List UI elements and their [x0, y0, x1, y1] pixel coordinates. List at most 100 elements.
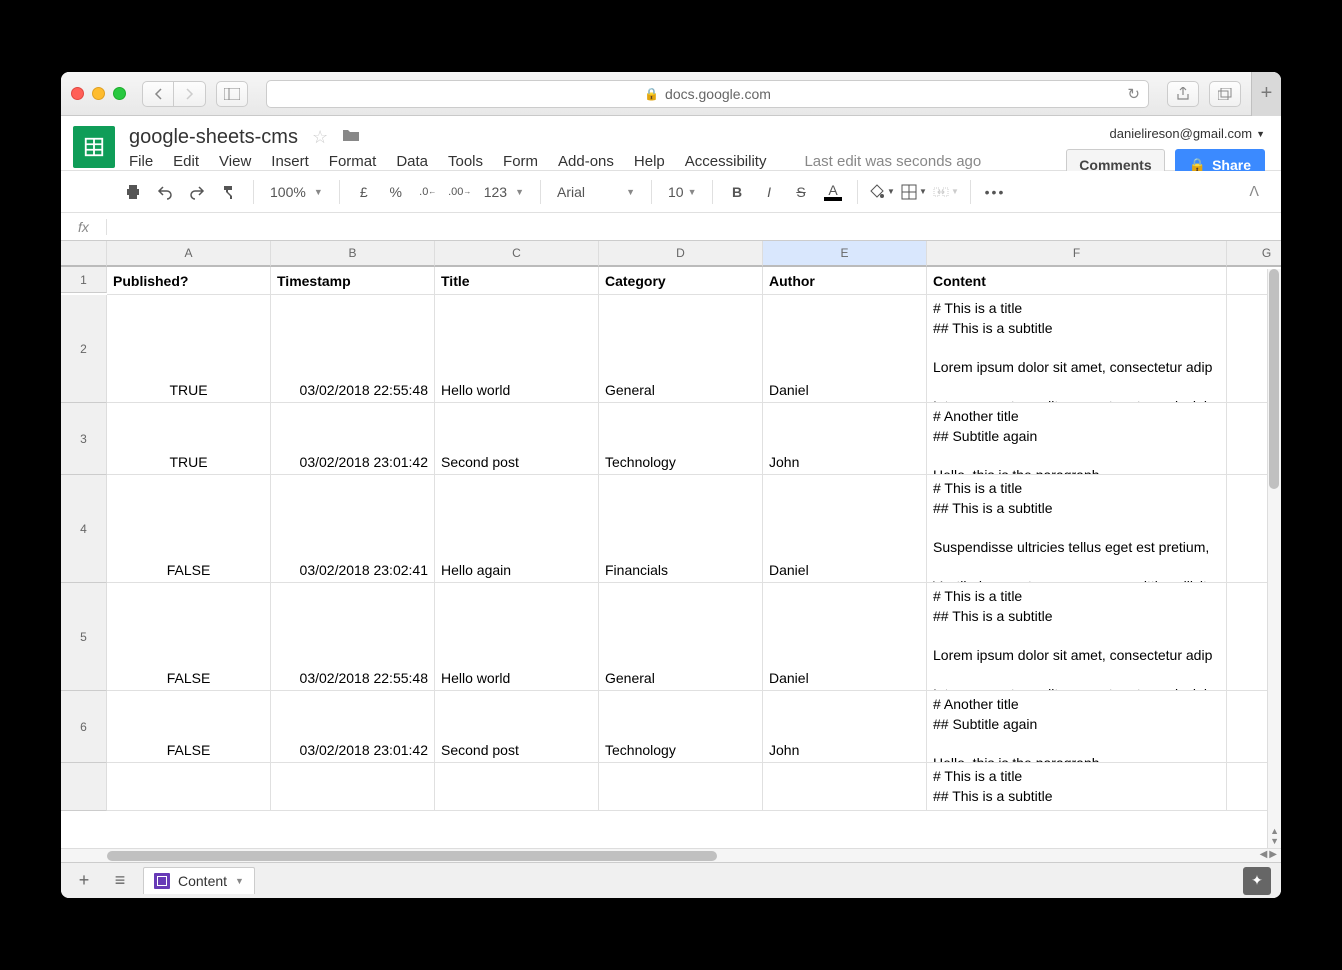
column-header[interactable]: B: [271, 241, 435, 267]
horizontal-scrollbar[interactable]: ◀▶: [61, 848, 1281, 862]
column-header[interactable]: D: [599, 241, 763, 267]
last-edit-text[interactable]: Last edit was seconds ago: [804, 153, 981, 170]
cell[interactable]: Second post: [435, 403, 599, 475]
cell[interactable]: [435, 763, 599, 811]
minimize-window-icon[interactable]: [92, 87, 105, 100]
column-header[interactable]: C: [435, 241, 599, 267]
back-button[interactable]: [142, 81, 174, 107]
cell[interactable]: Technology: [599, 403, 763, 475]
cell[interactable]: FALSE: [107, 691, 271, 763]
header-cell[interactable]: Timestamp: [271, 267, 435, 295]
column-header[interactable]: G: [1227, 241, 1281, 267]
zoom-dropdown[interactable]: 100%▼: [264, 178, 329, 206]
currency-icon[interactable]: £: [350, 178, 378, 206]
cell[interactable]: 03/02/2018 22:55:48: [271, 295, 435, 403]
menu-help[interactable]: Help: [634, 153, 665, 170]
cell[interactable]: [599, 763, 763, 811]
user-account[interactable]: danielireson@gmail.com ▼: [1066, 126, 1265, 141]
cell[interactable]: TRUE: [107, 403, 271, 475]
spreadsheet-grid[interactable]: ABCDEFG1Published?TimestampTitleCategory…: [61, 241, 1281, 862]
increase-decimal-icon[interactable]: .00→: [446, 178, 474, 206]
paint-format-icon[interactable]: [215, 178, 243, 206]
cell[interactable]: Hello world: [435, 583, 599, 691]
italic-icon[interactable]: I: [755, 178, 783, 206]
cell[interactable]: FALSE: [107, 475, 271, 583]
cell[interactable]: John: [763, 403, 927, 475]
cell[interactable]: # This is a title ## This is a subtitle: [927, 763, 1227, 811]
percent-icon[interactable]: %: [382, 178, 410, 206]
font-size-dropdown[interactable]: 10▼: [662, 178, 702, 206]
select-all-corner[interactable]: [61, 241, 107, 267]
bold-icon[interactable]: B: [723, 178, 751, 206]
fill-color-icon[interactable]: ▼: [868, 178, 896, 206]
cell[interactable]: [763, 763, 927, 811]
collapse-toolbar-icon[interactable]: ᐱ: [1249, 183, 1259, 200]
header-cell[interactable]: Published?: [107, 267, 271, 295]
more-icon[interactable]: •••: [981, 178, 1009, 206]
menu-form[interactable]: Form: [503, 153, 538, 170]
header-cell[interactable]: Category: [599, 267, 763, 295]
header-cell[interactable]: Content: [927, 267, 1227, 295]
menu-edit[interactable]: Edit: [173, 153, 199, 170]
cell[interactable]: FALSE: [107, 583, 271, 691]
cell[interactable]: 03/02/2018 23:02:41: [271, 475, 435, 583]
vertical-scrollbar[interactable]: ▲▼: [1267, 269, 1281, 848]
refresh-icon[interactable]: ↻: [1127, 85, 1140, 103]
menu-view[interactable]: View: [219, 153, 251, 170]
menu-data[interactable]: Data: [396, 153, 428, 170]
cell[interactable]: Financials: [599, 475, 763, 583]
cell[interactable]: TRUE: [107, 295, 271, 403]
number-format-dropdown[interactable]: 123▼: [478, 178, 530, 206]
borders-icon[interactable]: ▼: [900, 178, 928, 206]
add-sheet-button[interactable]: +: [71, 868, 97, 894]
column-header[interactable]: F: [927, 241, 1227, 267]
menu-addons[interactable]: Add-ons: [558, 153, 614, 170]
row-header[interactable]: 1: [61, 267, 107, 293]
cell[interactable]: [107, 763, 271, 811]
share-button[interactable]: [1167, 81, 1199, 107]
cell[interactable]: # This is a title ## This is a subtitle …: [927, 583, 1227, 691]
cell[interactable]: # Another title ## Subtitle again Hello,…: [927, 691, 1227, 763]
redo-icon[interactable]: [183, 178, 211, 206]
menu-tools[interactable]: Tools: [448, 153, 483, 170]
row-header[interactable]: 5: [61, 583, 107, 691]
header-cell[interactable]: Title: [435, 267, 599, 295]
cell[interactable]: Daniel: [763, 295, 927, 403]
sidebar-button[interactable]: [216, 81, 248, 107]
cell[interactable]: 03/02/2018 22:55:48: [271, 583, 435, 691]
chevron-down-icon[interactable]: ▼: [235, 876, 244, 886]
cell[interactable]: [271, 763, 435, 811]
row-header[interactable]: 6: [61, 691, 107, 763]
row-header[interactable]: 2: [61, 295, 107, 403]
font-family-dropdown[interactable]: Arial▼: [551, 178, 641, 206]
all-sheets-button[interactable]: ≡: [107, 868, 133, 894]
star-icon[interactable]: ☆: [312, 127, 328, 148]
tabs-button[interactable]: [1209, 81, 1241, 107]
new-tab-button[interactable]: +: [1251, 72, 1281, 116]
menu-accessibility[interactable]: Accessibility: [685, 153, 767, 170]
address-bar[interactable]: 🔒 docs.google.com ↻: [266, 80, 1149, 108]
cell[interactable]: 03/02/2018 23:01:42: [271, 403, 435, 475]
column-header[interactable]: A: [107, 241, 271, 267]
zoom-window-icon[interactable]: [113, 87, 126, 100]
cell[interactable]: # This is a title ## This is a subtitle …: [927, 475, 1227, 583]
text-color-icon[interactable]: A: [819, 178, 847, 206]
header-cell[interactable]: Author: [763, 267, 927, 295]
explore-button[interactable]: ✦: [1243, 867, 1271, 895]
cell[interactable]: Technology: [599, 691, 763, 763]
row-header[interactable]: 4: [61, 475, 107, 583]
row-header[interactable]: [61, 763, 107, 811]
cell[interactable]: # Another title ## Subtitle again Hello,…: [927, 403, 1227, 475]
cell[interactable]: General: [599, 583, 763, 691]
undo-icon[interactable]: [151, 178, 179, 206]
cell[interactable]: 03/02/2018 23:01:42: [271, 691, 435, 763]
sheet-tab-content[interactable]: Content ▼: [143, 867, 255, 894]
row-header[interactable]: 3: [61, 403, 107, 475]
sheets-logo-icon[interactable]: [73, 126, 115, 168]
cell[interactable]: General: [599, 295, 763, 403]
cell[interactable]: John: [763, 691, 927, 763]
print-icon[interactable]: [119, 178, 147, 206]
cell[interactable]: Hello world: [435, 295, 599, 403]
decrease-decimal-icon[interactable]: .0←: [414, 178, 442, 206]
cell[interactable]: Daniel: [763, 475, 927, 583]
